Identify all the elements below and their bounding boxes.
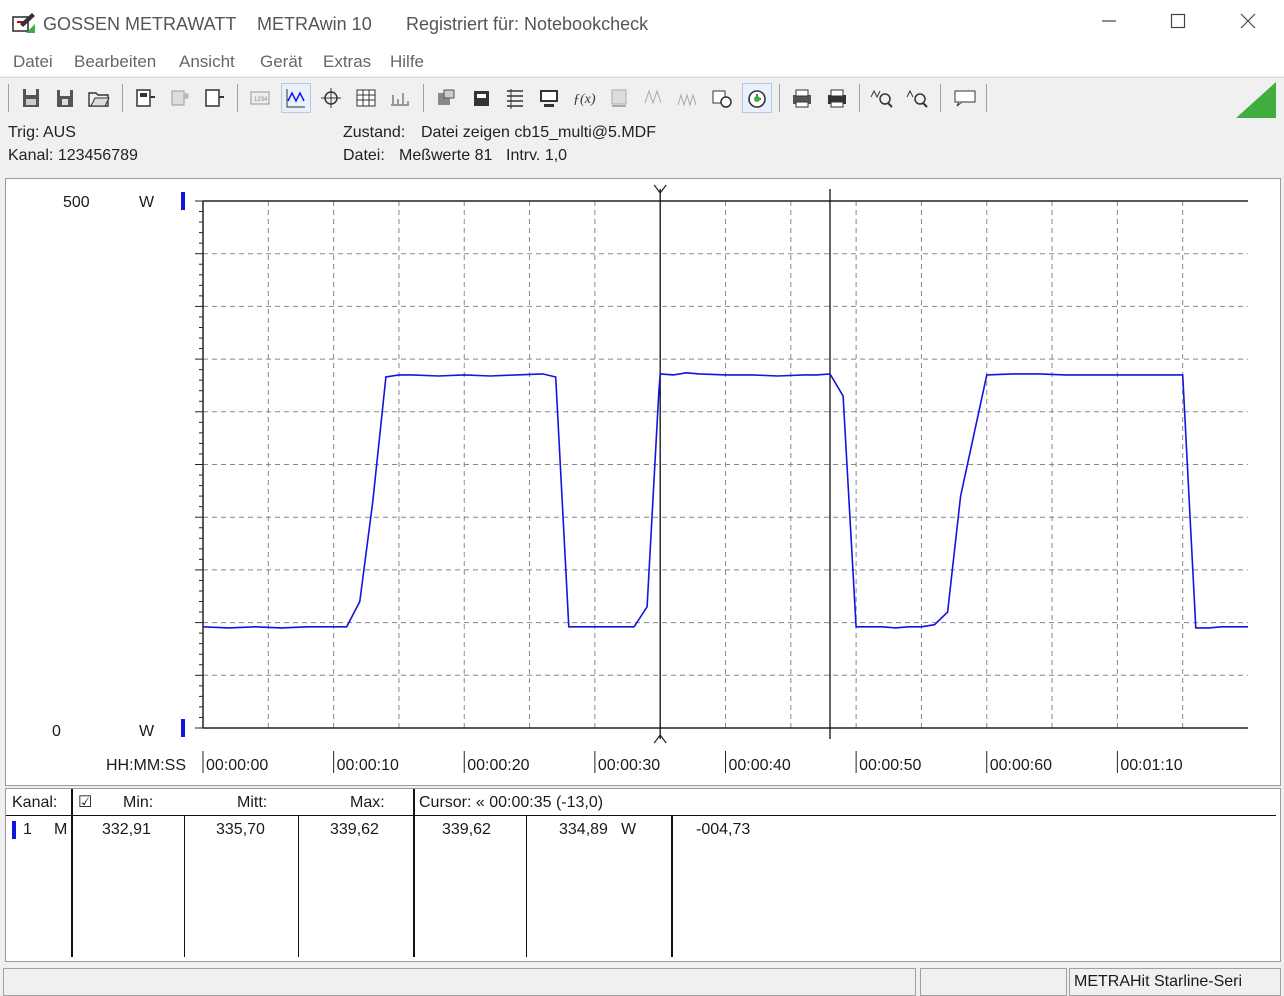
y-bottom-label: 0 [52,723,61,740]
header-max: Max: [350,794,385,811]
row-max: 339,62 [330,821,379,838]
import-icon[interactable] [467,84,495,112]
clock-icon[interactable] [742,83,772,113]
device-send-icon[interactable] [200,84,228,112]
minimize-button[interactable] [1086,6,1132,40]
cursor-icon[interactable] [317,84,345,112]
svg-text:1234: 1234 [254,97,268,103]
device-read-icon[interactable] [131,84,159,112]
svg-text:ƒ(x): ƒ(x) [573,92,596,107]
settings-icon[interactable] [708,84,736,112]
title-bar: GOSSEN METRAWATT METRAwin 10 Registriert… [0,0,1284,46]
x-tick-label: 00:00:40 [729,757,791,774]
print-icon[interactable] [823,84,851,112]
toolbar: 1234 ƒ(x) [0,77,1284,120]
app-logo-icon [12,13,35,33]
values-table: Kanal: ☑ Min: Mitt: Max: Cursor: « 00:00… [5,788,1281,962]
maximize-button[interactable] [1155,6,1201,40]
x-tick-label: 00:00:50 [859,757,921,774]
trigger-status: Trig: AUS [8,124,76,141]
messwerte-count: Meßwerte 81 [399,147,493,164]
menu-ansicht[interactable]: Ansicht [179,52,235,72]
y-top-channel-marker [181,192,185,210]
y-top-unit: W [139,194,155,211]
x-tick-label: 00:00:10 [337,757,399,774]
x-tick-label: 00:01:10 [1120,757,1182,774]
row-unit: W [621,821,637,838]
minimize-icon [1102,20,1116,22]
chart-panel: 500 W 0 W HH:MM:SS 00:00:00 00:00:10 00:00… [5,178,1281,786]
function-icon[interactable]: ƒ(x) [570,84,598,112]
row-diff: -004,73 [696,821,751,838]
row-min: 332,91 [102,821,151,838]
zoom-in-icon[interactable] [868,84,896,112]
device-config-icon[interactable] [166,84,194,112]
channel-color-marker [12,821,16,839]
zustand-value: Datei zeigen cb15_multi@5.MDF [421,124,657,141]
display-icon[interactable]: 1234 [246,84,274,112]
brand-name: GOSSEN METRAWATT [43,14,237,34]
registered-text: Registriert für: Notebookcheck [406,14,649,34]
print-preview-icon[interactable] [788,84,816,112]
x-axis-label: HH:MM:SS [106,757,186,774]
zoom-out-icon[interactable] [904,84,932,112]
menu-datei[interactable]: Datei [13,52,53,72]
x-tick-label: 00:00:00 [206,757,268,774]
row-mode: M [54,821,68,838]
row-mitt: 335,70 [216,821,265,838]
list-icon[interactable] [501,84,529,112]
wave-icon[interactable] [640,84,668,112]
y-bottom-channel-marker [181,719,185,737]
app-name: METRAwin 10 [257,14,372,34]
export-icon[interactable] [432,84,460,112]
y-top-label: 500 [63,194,90,211]
graph-icon[interactable] [281,83,311,113]
menu-bearbeiten[interactable]: Bearbeiten [74,52,156,72]
menu-extras[interactable]: Extras [323,52,371,72]
table-row[interactable]: 1 M 332,91 335,70 339,62 339,62 334,89 W… [6,817,1276,843]
header-mitt: Mitt: [237,794,268,811]
x-tick-label: 00:00:60 [990,757,1052,774]
header-min: Min: [123,794,154,811]
menu-geraet[interactable]: Gerät [260,52,303,72]
table-icon[interactable] [352,84,380,112]
wave-filled-icon[interactable] [673,84,701,112]
close-icon [1240,13,1256,29]
interval-value: Intrv. 1,0 [506,147,568,164]
memory-icon[interactable] [605,84,633,112]
power-chart[interactable]: 500 W 0 W HH:MM:SS 00:00:00 00:00:10 00:00… [6,179,1280,785]
row-cursor1: 339,62 [442,821,491,838]
save-as-icon[interactable] [51,84,79,112]
x-tick-label: 00:00:30 [598,757,660,774]
header-kanal: Kanal: [12,794,58,811]
x-tick-label: 00:00:20 [467,757,529,774]
status-bar: METRAHit Starline-Seri [0,965,1284,996]
zustand-label: Zustand: [343,124,406,141]
menu-bar: Datei Bearbeiten Ansicht Gerät Extras Hi… [0,46,1284,76]
status-pane-device: METRAHit Starline-Seri [1069,968,1281,996]
maximize-icon [1170,13,1186,29]
brand-corner-icon [1236,82,1276,118]
computer-icon[interactable] [535,84,563,112]
open-folder-icon[interactable] [85,84,113,112]
save-icon[interactable] [17,84,45,112]
scale-icon[interactable] [386,84,414,112]
header-cursor: Cursor: « 00:00:35 (-13,0) [419,794,604,811]
info-icon[interactable] [951,84,979,112]
device-name: METRAHit Starline-Seri [1074,973,1243,990]
close-button[interactable] [1225,6,1271,40]
header-check[interactable]: ☑ [78,792,92,812]
datei-label: Datei: [343,147,385,164]
status-pane-mid [920,968,1067,996]
status-pane-main [3,968,916,996]
menu-hilfe[interactable]: Hilfe [390,52,424,72]
row-cursor2: 334,89 [559,821,608,838]
channel-status: Kanal: 123456789 [8,147,138,164]
row-channel: 1 [23,821,32,838]
y-bottom-unit: W [139,723,155,740]
